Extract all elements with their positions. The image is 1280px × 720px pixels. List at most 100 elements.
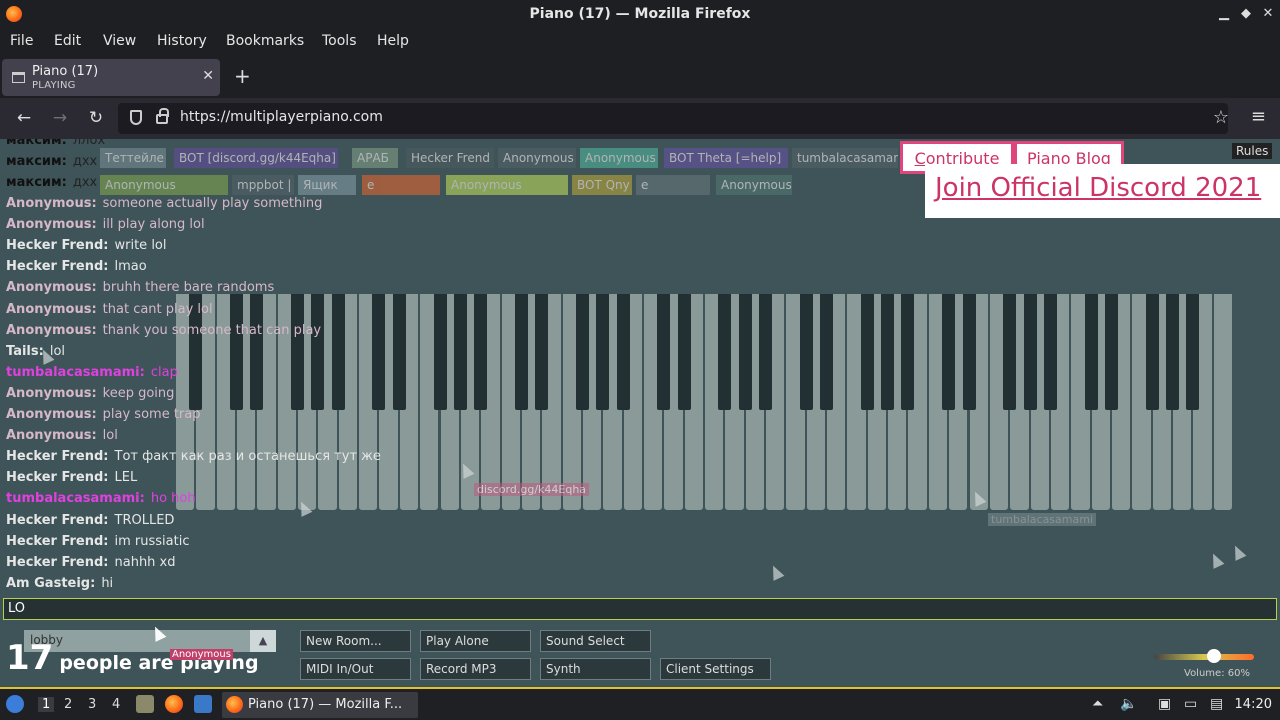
new-room-button[interactable]: New Room... (300, 630, 411, 652)
piano-black-key[interactable] (1023, 294, 1037, 410)
chat-username[interactable]: максим: (6, 139, 67, 148)
chat-username[interactable]: Anonymous: (6, 217, 97, 232)
tab-piano[interactable]: Piano (17) PLAYING ✕ (2, 59, 220, 96)
chat-username[interactable]: Anonymous: (6, 428, 97, 443)
discord-link[interactable]: Join Official Discord 2021 (935, 173, 1261, 203)
menu-history[interactable]: History (157, 33, 207, 49)
workspace-2[interactable]: 2 (64, 697, 72, 712)
shield-icon[interactable] (130, 110, 142, 125)
user-tag[interactable]: BOT Theta [=help] (664, 148, 788, 168)
piano-black-key[interactable] (799, 294, 813, 410)
chat-username[interactable]: Anonymous: (6, 280, 97, 295)
speaker-icon[interactable]: 🔈 (1120, 696, 1137, 712)
chat-username[interactable]: Am Gasteig: (6, 576, 95, 591)
piano-black-key[interactable] (1003, 294, 1017, 410)
bookmark-star-icon[interactable]: ☆ (1213, 107, 1229, 128)
piano-black-key[interactable] (1186, 294, 1200, 410)
piano-black-key[interactable] (291, 294, 305, 410)
user-tag[interactable]: BOT Qny [ quelp ] (572, 175, 632, 195)
piano-black-key[interactable] (738, 294, 752, 410)
user-tag[interactable]: e (362, 175, 440, 195)
user-tag[interactable]: Anonymous (716, 175, 792, 195)
volume-track[interactable] (1154, 654, 1254, 660)
display-icon[interactable]: ▭ (1184, 696, 1197, 712)
chat-username[interactable]: Hecker Frend: (6, 513, 109, 528)
start-menu-icon[interactable] (6, 695, 24, 713)
menu-tools[interactable]: Tools (322, 33, 357, 49)
client-settings-button[interactable]: Client Settings (660, 658, 771, 680)
piano-black-key[interactable] (901, 294, 915, 410)
piano-black-key[interactable] (453, 294, 467, 410)
piano-black-key[interactable] (820, 294, 834, 410)
chat-username[interactable]: Hecker Frend: (6, 470, 109, 485)
piano-black-key[interactable] (596, 294, 610, 410)
chat-username[interactable]: максим: (6, 175, 67, 190)
rules-button[interactable]: Rules (1232, 143, 1273, 159)
user-tag[interactable]: Ящик (298, 175, 356, 195)
forward-button[interactable]: → (49, 108, 71, 128)
piano-black-key[interactable] (514, 294, 528, 410)
piano-black-key[interactable] (942, 294, 956, 410)
chat-username[interactable]: максим: (6, 154, 67, 169)
user-tag[interactable]: АРАБ (352, 148, 398, 168)
piano-keyboard[interactable] (176, 294, 1234, 510)
piano-black-key[interactable] (230, 294, 244, 410)
piano-black-key[interactable] (250, 294, 264, 410)
piano-black-key[interactable] (1084, 294, 1098, 410)
reload-button[interactable]: ↻ (85, 108, 107, 128)
close-window-button[interactable]: ✕ (1258, 4, 1278, 24)
piano-black-key[interactable] (372, 294, 386, 410)
chat-username[interactable]: Hecker Frend: (6, 259, 109, 274)
workspace-4[interactable]: 4 (112, 697, 120, 712)
piano-black-key[interactable] (1145, 294, 1159, 410)
synth-button[interactable]: Synth (540, 658, 651, 680)
user-tag[interactable]: Anonymous (580, 148, 658, 168)
piano-black-key[interactable] (1165, 294, 1179, 410)
maximize-button[interactable]: ◆ (1236, 4, 1256, 24)
piano-black-key[interactable] (575, 294, 589, 410)
midi-in-out-button[interactable]: MIDI In/Out (300, 658, 411, 680)
chat-username[interactable]: Hecker Frend: (6, 555, 109, 570)
chat-username[interactable]: Anonymous: (6, 386, 97, 401)
new-tab-button[interactable]: + (234, 64, 251, 88)
piano-black-key[interactable] (1043, 294, 1057, 410)
user-tag[interactable]: e (636, 175, 710, 195)
piano-black-key[interactable] (860, 294, 874, 410)
piano-black-key[interactable] (677, 294, 691, 410)
sound-select-button[interactable]: Sound Select (540, 630, 651, 652)
piano-black-key[interactable] (535, 294, 549, 410)
play-alone-button[interactable]: Play Alone (420, 630, 531, 652)
user-tag[interactable]: mppbot | -help | v2.1] (232, 175, 294, 195)
menu-bookmarks[interactable]: Bookmarks (226, 33, 304, 49)
discord-banner[interactable]: Join Official Discord 2021 (925, 164, 1280, 218)
hamburger-menu-icon[interactable]: ≡ (1251, 106, 1266, 127)
url-bar[interactable]: https://multiplayerpiano.com ☆ (118, 103, 1229, 134)
chat-username[interactable]: Anonymous: (6, 407, 97, 422)
user-tag[interactable]: Anonymous (498, 148, 576, 168)
tab-close-icon[interactable]: ✕ (202, 68, 214, 84)
piano-black-key[interactable] (718, 294, 732, 410)
user-tag[interactable]: tumbalacasamami (792, 148, 898, 168)
taskbar-window-firefox[interactable]: Piano (17) — Mozilla F... (222, 692, 418, 718)
chat-username[interactable]: Hecker Frend: (6, 449, 109, 464)
piano-white-key[interactable] (1213, 294, 1232, 510)
file-manager-icon[interactable] (136, 695, 154, 713)
user-tag[interactable]: Anonymous (446, 175, 568, 195)
piano-black-key[interactable] (1104, 294, 1118, 410)
firefox-launcher-icon[interactable] (165, 695, 183, 713)
user-tag[interactable]: BOT [discord.gg/k44Eqha] (174, 148, 338, 168)
chat-username[interactable]: Hecker Frend: (6, 534, 109, 549)
chat-username[interactable]: Anonymous: (6, 196, 97, 211)
chat-username[interactable]: Anonymous: (6, 302, 97, 317)
user-tag[interactable]: Hecker Frend (406, 148, 494, 168)
menu-help[interactable]: Help (377, 33, 409, 49)
back-button[interactable]: ← (13, 108, 35, 128)
menu-view[interactable]: View (103, 33, 136, 49)
piano-black-key[interactable] (657, 294, 671, 410)
app-launcher-icon[interactable] (194, 695, 212, 713)
network-icon[interactable]: ▤ (1210, 696, 1223, 712)
clipboard-icon[interactable]: ▣ (1158, 696, 1171, 712)
piano-black-key[interactable] (962, 294, 976, 410)
record-mp3-button[interactable]: Record MP3 (420, 658, 531, 680)
piano-black-key[interactable] (311, 294, 325, 410)
